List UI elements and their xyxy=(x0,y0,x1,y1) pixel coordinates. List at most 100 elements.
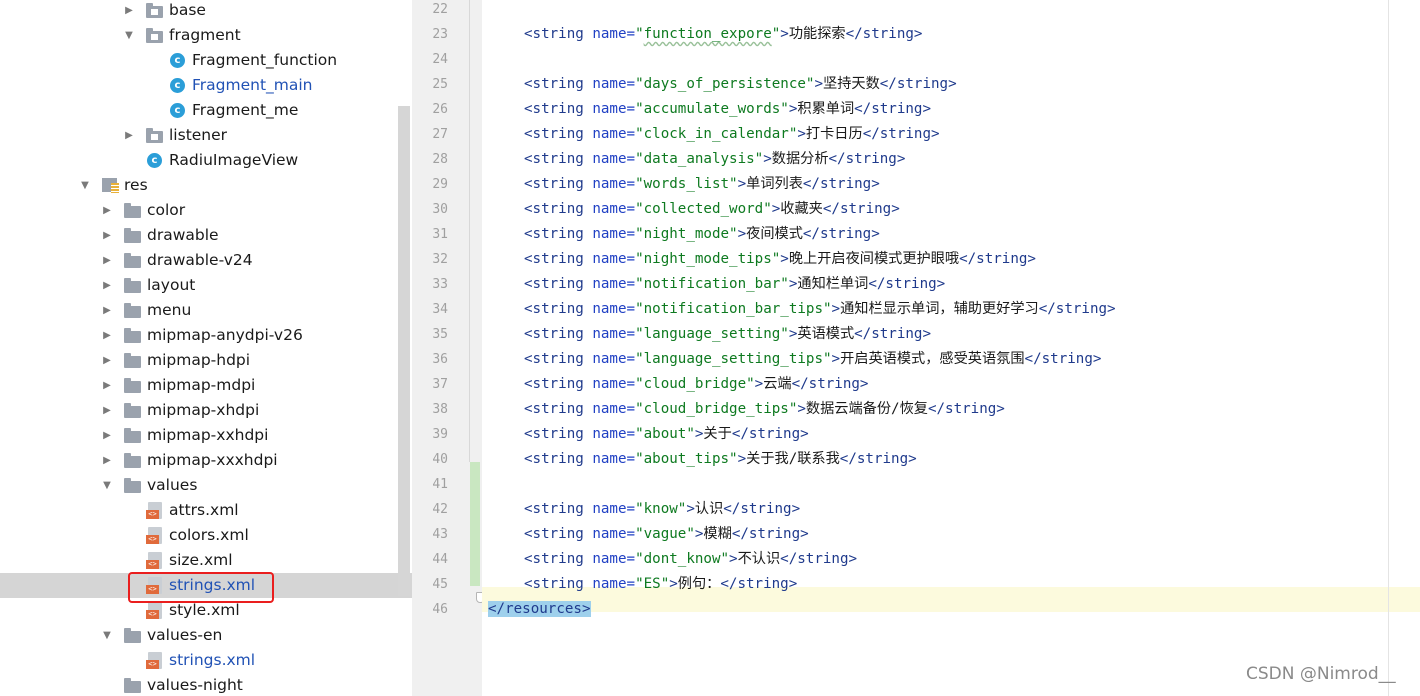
code-line: <string name="about">关于</string> xyxy=(482,422,1420,447)
expand-arrow-icon[interactable]: ▶ xyxy=(123,0,135,23)
expand-arrow-icon[interactable]: ▶ xyxy=(101,298,113,323)
tree-row[interactable]: ▶ mipmap-xxxhdpi xyxy=(0,448,412,473)
code-line: <string name="dont_know">不认识</string> xyxy=(482,547,1420,572)
folder-icon xyxy=(124,327,142,344)
tree-row[interactable]: ▶ mipmap-hdpi xyxy=(0,348,412,373)
attr-name: name= xyxy=(592,301,636,317)
open-tag: <string xyxy=(524,276,584,292)
tree-row[interactable]: values-night xyxy=(0,673,412,696)
code-line: <string name="vague">模糊</string> xyxy=(482,522,1420,547)
expand-arrow-icon[interactable]: ▶ xyxy=(101,323,113,348)
code-line: </resources> xyxy=(482,597,1420,622)
string-text: 功能探索 xyxy=(788,26,846,42)
tree-row[interactable]: <> strings.xml xyxy=(0,648,412,673)
tree-row-label: drawable xyxy=(147,226,219,244)
folder-icon xyxy=(146,27,164,44)
tag-bracket: > xyxy=(831,301,841,317)
expand-arrow-icon[interactable]: ▶ xyxy=(101,398,113,423)
tree-row[interactable]: ▼ values-en xyxy=(0,623,412,648)
open-tag: <string xyxy=(524,351,584,367)
tree-row[interactable]: ▶ mipmap-mdpi xyxy=(0,373,412,398)
collapse-arrow-icon[interactable]: ▼ xyxy=(101,623,113,648)
attr-name: name= xyxy=(592,401,636,417)
tree-row[interactable]: c Fragment_function xyxy=(0,48,412,73)
close-tag: </string> xyxy=(1024,351,1102,367)
attr-name: name= xyxy=(592,426,636,442)
tree-row[interactable]: c Fragment_main xyxy=(0,73,412,98)
close-tag: </string> xyxy=(731,526,809,542)
collapse-arrow-icon[interactable]: ▼ xyxy=(123,23,135,48)
quote: " xyxy=(635,226,644,242)
tree-scrollbar-thumb[interactable] xyxy=(398,106,410,596)
close-tag: </string> xyxy=(822,201,900,217)
tree-row[interactable]: c RadiuImageView xyxy=(0,148,412,173)
close-tag: </string> xyxy=(1038,301,1116,317)
tree-row[interactable]: ▶ menu xyxy=(0,298,412,323)
line-number: 46 xyxy=(432,602,448,617)
open-tag: <string xyxy=(524,251,584,267)
string-text: 英语模式 xyxy=(797,326,855,342)
close-tag: </string> xyxy=(791,376,869,392)
attr-value: know xyxy=(643,501,678,517)
line-number: 27 xyxy=(432,127,448,142)
tree-row[interactable]: <> attrs.xml xyxy=(0,498,412,523)
right-margin-guide xyxy=(1388,0,1389,696)
code-line: <string name="cloud_bridge">云端</string> xyxy=(482,372,1420,397)
close-tag: </string> xyxy=(927,401,1005,417)
tree-row[interactable]: ▶ mipmap-anydpi-v26 xyxy=(0,323,412,348)
code-editor[interactable]: <string name="function_expore">功能探索</str… xyxy=(482,0,1420,696)
tree-row[interactable]: ▼ fragment xyxy=(0,23,412,48)
tree-row-label: colors.xml xyxy=(169,526,249,544)
expand-arrow-icon[interactable]: ▶ xyxy=(101,248,113,273)
attr-name: name= xyxy=(592,26,636,42)
tree-row-label: layout xyxy=(147,276,196,294)
attr-value: notification_bar_tips xyxy=(643,301,823,317)
collapse-arrow-icon[interactable]: ▼ xyxy=(101,473,113,498)
expand-arrow-icon[interactable]: ▶ xyxy=(101,223,113,248)
tree-row[interactable]: ▶ mipmap-xxhdpi xyxy=(0,423,412,448)
expand-arrow-icon[interactable]: ▶ xyxy=(101,373,113,398)
expand-arrow-icon[interactable]: ▶ xyxy=(123,123,135,148)
attr-value: language_setting xyxy=(643,326,781,342)
tree-row[interactable]: ▶ drawable-v24 xyxy=(0,248,412,273)
tree-row[interactable]: ▼ values xyxy=(0,473,412,498)
tree-row-label: Fragment_me xyxy=(192,101,299,119)
close-tag: </string> xyxy=(828,151,906,167)
vcs-change-marker[interactable] xyxy=(470,462,480,586)
tree-row[interactable]: ▼ res xyxy=(0,173,412,198)
folder-icon xyxy=(124,377,142,394)
open-tag: <string xyxy=(524,26,584,42)
tree-row-label: mipmap-xxhdpi xyxy=(147,426,269,444)
tree-row[interactable]: <> size.xml xyxy=(0,548,412,573)
tree-row[interactable]: ▶ listener xyxy=(0,123,412,148)
tree-row[interactable]: <> colors.xml xyxy=(0,523,412,548)
class-icon: c xyxy=(146,152,164,169)
tree-row[interactable]: c Fragment_me xyxy=(0,98,412,123)
tree-row[interactable]: ▶ color xyxy=(0,198,412,223)
open-tag: <string xyxy=(524,426,584,442)
collapse-arrow-icon[interactable]: ▼ xyxy=(79,173,91,198)
tree-row[interactable]: ▶ base xyxy=(0,0,412,23)
tree-row[interactable]: ▶ layout xyxy=(0,273,412,298)
tree-row-label: mipmap-anydpi-v26 xyxy=(147,326,303,344)
tree-row-label: mipmap-mdpi xyxy=(147,376,256,394)
open-tag: <string xyxy=(524,126,584,142)
attr-name: name= xyxy=(592,376,636,392)
expand-arrow-icon[interactable]: ▶ xyxy=(101,198,113,223)
quote: " xyxy=(720,551,730,567)
attr-value: cloud_bridge_tips xyxy=(643,401,789,417)
expand-arrow-icon[interactable]: ▶ xyxy=(101,348,113,373)
expand-arrow-icon[interactable]: ▶ xyxy=(101,448,113,473)
tree-row[interactable]: ▶ drawable xyxy=(0,223,412,248)
line-number: 25 xyxy=(432,77,448,92)
expand-arrow-icon[interactable]: ▶ xyxy=(101,273,113,298)
tag-bracket: > xyxy=(780,26,789,42)
xml-file-icon: <> xyxy=(146,652,164,669)
attr-value: vague xyxy=(643,526,687,542)
line-number: 24 xyxy=(432,52,448,67)
tree-row[interactable]: ▶ mipmap-xhdpi xyxy=(0,398,412,423)
attr-value: collected_word xyxy=(643,201,764,217)
expand-arrow-icon[interactable]: ▶ xyxy=(101,423,113,448)
